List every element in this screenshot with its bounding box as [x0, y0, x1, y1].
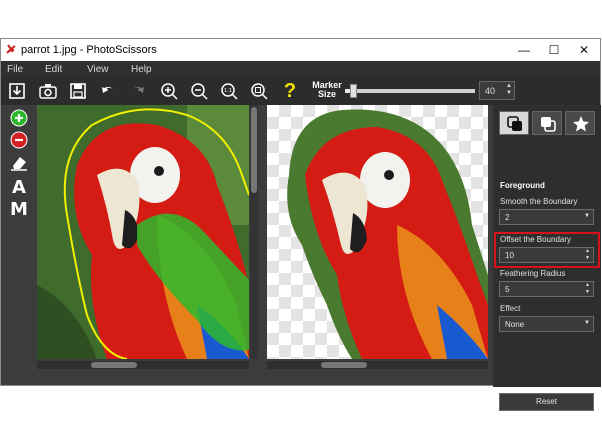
reset-button[interactable]: Reset: [499, 393, 594, 411]
chevron-down-icon: ▼: [584, 213, 590, 219]
parrot-result-image: [287, 109, 488, 359]
feather-label: Feathering Radius: [500, 269, 566, 278]
effects-star-icon: [573, 116, 589, 132]
close-button[interactable]: ✕: [569, 41, 599, 59]
smooth-value: 2: [505, 213, 510, 222]
window-title: parrot 1.jpg - PhotoScissors: [21, 44, 157, 56]
menu-view[interactable]: View: [87, 64, 109, 75]
section-title: Foreground: [500, 181, 545, 190]
menu-edit[interactable]: Edit: [45, 64, 62, 75]
highlight-box: [494, 232, 600, 268]
menu-file[interactable]: File: [7, 64, 23, 75]
marker-size-value: 40: [485, 86, 496, 96]
effects-tab[interactable]: [565, 111, 595, 135]
disk-icon[interactable]: [68, 81, 88, 101]
feather-spinbox[interactable]: 5 ▲ ▼: [499, 281, 594, 297]
original-vscroll-thumb[interactable]: [251, 107, 257, 193]
original-horizontal-scrollbar[interactable]: [37, 361, 249, 369]
smooth-select[interactable]: 2 ▼: [499, 209, 594, 225]
zoom-out-icon[interactable]: [189, 81, 209, 101]
effect-select[interactable]: None ▼: [499, 316, 594, 332]
minimize-button[interactable]: —: [509, 41, 539, 59]
redo-icon[interactable]: [128, 81, 148, 101]
original-hscroll-thumb[interactable]: [91, 362, 137, 368]
cutout-tab-icon: [507, 116, 522, 131]
zoom-fit-icon[interactable]: [249, 81, 269, 101]
text-tool-a[interactable]: A: [5, 178, 33, 198]
original-image-canvas[interactable]: [37, 105, 249, 359]
menu-help[interactable]: Help: [131, 64, 152, 75]
background-tab-icon: [541, 117, 556, 132]
zoom-actual-icon[interactable]: 1:1: [219, 81, 239, 101]
result-hscroll-thumb[interactable]: [321, 362, 367, 368]
effect-label: Effect: [500, 304, 521, 313]
foreground-marker-icon[interactable]: [5, 108, 33, 128]
marker-size-slider[interactable]: [345, 84, 475, 98]
eraser-icon[interactable]: [5, 152, 33, 172]
original-vertical-scrollbar[interactable]: [250, 105, 258, 359]
title-bar: parrot 1.jpg - PhotoScissors — ☐ ✕: [1, 39, 600, 61]
undo-icon[interactable]: [98, 81, 118, 101]
parrot-original-image: [37, 105, 249, 359]
marker-size-spinbox[interactable]: 40 ▲ ▼: [479, 81, 515, 100]
toolbar: 1:1 ? Marker Size 40 ▲ ▼: [1, 77, 600, 105]
effect-value: None: [505, 320, 525, 329]
save-image-icon[interactable]: [7, 81, 27, 101]
menu-bar: File Edit View Help: [1, 61, 600, 77]
chevron-down-icon: ▼: [584, 320, 590, 326]
spin-arrows-icon[interactable]: ▲ ▼: [585, 282, 590, 296]
background-marker-icon[interactable]: [5, 130, 33, 150]
marker-label-line2: Size: [317, 89, 336, 99]
svg-text:1:1: 1:1: [224, 88, 232, 94]
spin-arrows-icon[interactable]: ▲ ▼: [506, 83, 512, 97]
panel-tabs: [499, 111, 595, 135]
cutout-tab[interactable]: [499, 111, 529, 135]
background-tab[interactable]: [532, 111, 562, 135]
app-window: parrot 1.jpg - PhotoScissors — ☐ ✕ File …: [0, 38, 601, 411]
maximize-button[interactable]: ☐: [539, 41, 569, 59]
app-icon: [6, 44, 16, 54]
camera-icon[interactable]: [38, 81, 58, 101]
text-tool-m[interactable]: M: [5, 200, 33, 220]
smooth-label: Smooth the Boundary: [500, 197, 578, 206]
result-horizontal-scrollbar[interactable]: [267, 361, 488, 369]
feather-value: 5: [505, 285, 510, 294]
marker-size-thumb[interactable]: [350, 84, 357, 98]
result-image-canvas[interactable]: [267, 105, 488, 359]
help-icon[interactable]: ?: [280, 81, 300, 101]
zoom-in-icon[interactable]: [159, 81, 179, 101]
marker-size-label: Marker Size: [309, 81, 345, 99]
